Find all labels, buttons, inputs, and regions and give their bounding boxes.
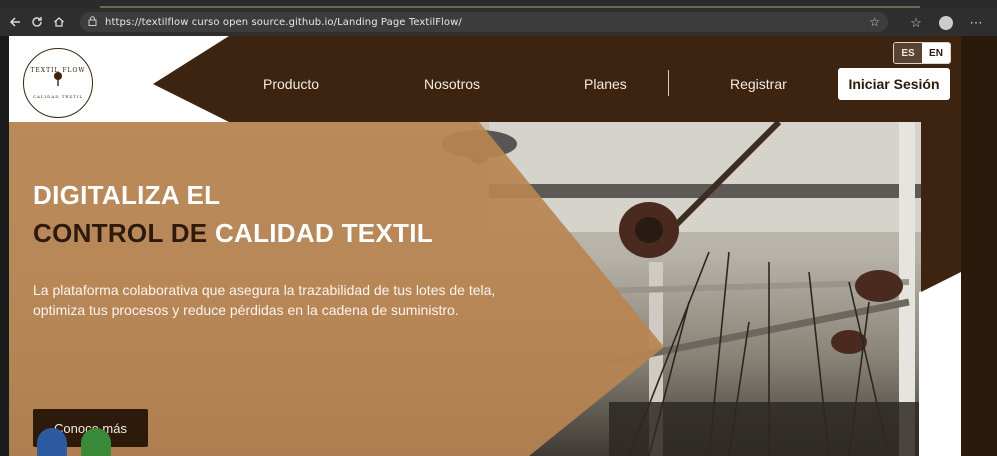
hero-description: La plataforma colaborativa que asegura l… bbox=[33, 282, 496, 318]
hero-title-line1: DIGITALIZA EL bbox=[33, 180, 221, 210]
logo-text-bottom: CALIDAD TEXTIL bbox=[32, 94, 84, 99]
thread-spool-blue bbox=[37, 428, 67, 456]
hero-title-dark: CONTROL DE bbox=[33, 218, 208, 248]
site-header: TEXTIL FLOW CALIDAD TEXTIL Producto Noso… bbox=[9, 36, 961, 122]
favorites-icon[interactable]: ☆ bbox=[905, 12, 927, 34]
profile-icon[interactable] bbox=[939, 16, 953, 30]
nav-registrar[interactable]: Registrar bbox=[730, 76, 787, 92]
logo-tree-icon bbox=[54, 72, 62, 86]
login-button[interactable]: Iniciar Sesión bbox=[838, 68, 950, 100]
more-icon[interactable]: ⋯ bbox=[965, 12, 987, 34]
tab-strip bbox=[0, 0, 997, 8]
address-bar[interactable]: https://textilflow curso open source.git… bbox=[80, 12, 888, 32]
nav-separator bbox=[668, 70, 669, 96]
back-arrow-icon[interactable] bbox=[4, 11, 26, 33]
lock-icon bbox=[88, 15, 97, 29]
lang-en-button[interactable]: EN bbox=[922, 43, 950, 63]
home-icon[interactable] bbox=[48, 11, 70, 33]
nav-nosotros[interactable]: Nosotros bbox=[424, 76, 480, 92]
page-viewport: TEXTIL FLOW CALIDAD TEXTIL Producto Noso… bbox=[9, 36, 961, 456]
thread-spool-green bbox=[81, 428, 111, 456]
hero-right-edge bbox=[921, 122, 961, 456]
hero-title-light: CALIDAD TEXTIL bbox=[214, 218, 433, 248]
url-text[interactable]: https://textilflow curso open source.git… bbox=[105, 17, 462, 28]
hero-title-line2: CONTROL DE CALIDAD TEXTIL bbox=[33, 218, 433, 249]
page-right-edge bbox=[961, 36, 997, 456]
language-switcher: ES EN bbox=[893, 42, 951, 64]
browser-toolbar: https://textilflow curso open source.git… bbox=[0, 8, 997, 36]
nav-producto[interactable]: Producto bbox=[263, 76, 319, 92]
nav-planes[interactable]: Planes bbox=[584, 76, 627, 92]
logo[interactable]: TEXTIL FLOW CALIDAD TEXTIL bbox=[23, 48, 93, 118]
header-white-shape bbox=[9, 36, 229, 122]
refresh-icon[interactable] bbox=[26, 11, 48, 33]
hero-section: DIGITALIZA EL CONTROL DE CALIDAD TEXTIL … bbox=[9, 122, 961, 456]
lang-es-button[interactable]: ES bbox=[894, 43, 922, 63]
star-icon[interactable]: ☆ bbox=[869, 15, 880, 29]
